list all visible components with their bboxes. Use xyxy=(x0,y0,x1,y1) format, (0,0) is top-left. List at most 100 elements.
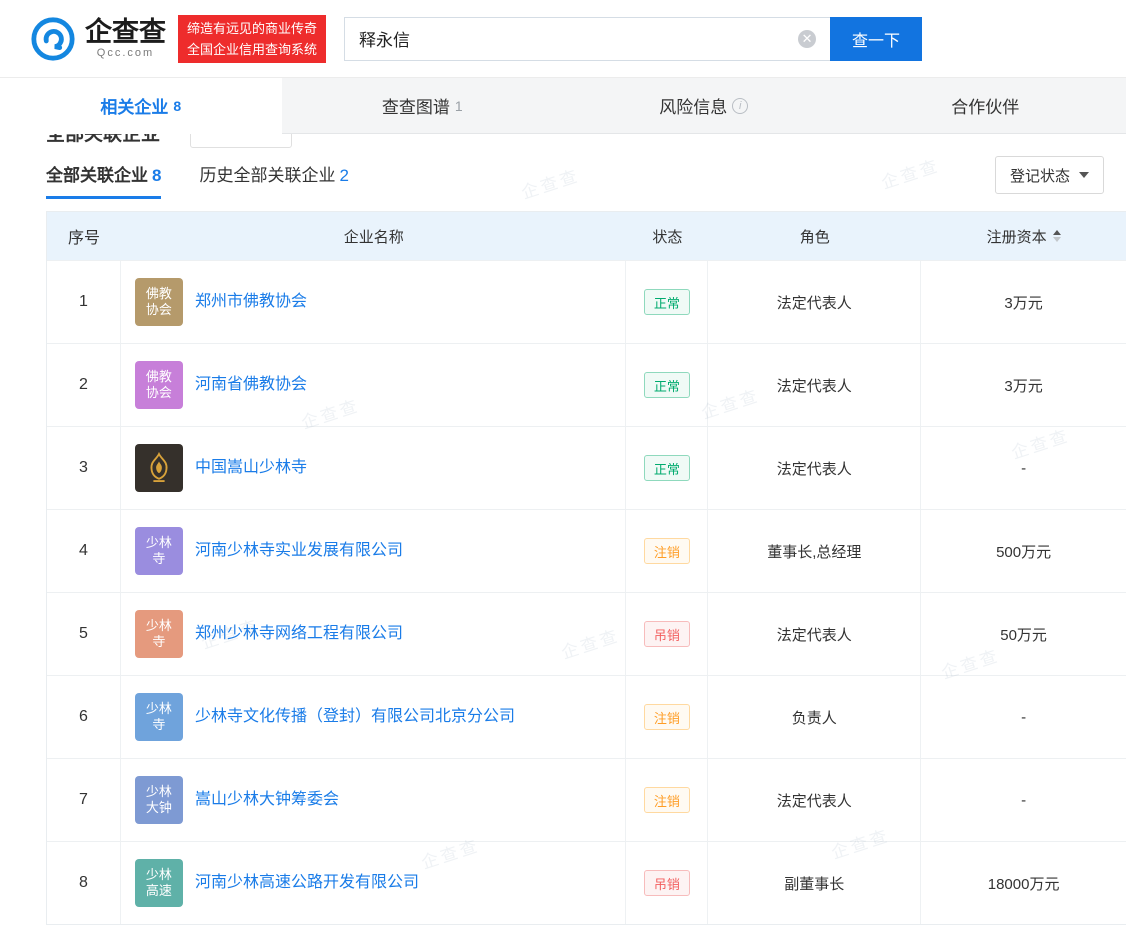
row-index: 2 xyxy=(47,344,121,426)
company-icon-text: 少林 xyxy=(145,701,172,716)
company-cell: 少林寺河南少林寺实业发展有限公司 xyxy=(121,510,627,592)
header-role: 角色 xyxy=(799,228,830,246)
info-icon: i xyxy=(732,97,749,114)
search-button[interactable]: 查一下 xyxy=(830,16,923,61)
tab-related-companies[interactable]: 相关企业 8 xyxy=(0,78,282,134)
capital-cell: 50万元 xyxy=(1000,626,1047,644)
company-icon-text: 少林 xyxy=(145,867,172,882)
row-index: 1 xyxy=(47,261,121,343)
role-cell: 负责人 xyxy=(708,676,922,758)
company-name-link[interactable]: 河南省佛教协会 xyxy=(195,374,307,396)
capital-cell: 500万元 xyxy=(996,543,1052,561)
clipped-section-title: 全部关联企业 xyxy=(46,134,161,145)
table-row: 8 少林 高速 河南少林高速公路开发有限公司 吊销 副董事长 18000万元 xyxy=(47,841,1126,924)
clear-search-icon[interactable]: ✕ xyxy=(798,29,817,48)
table-header-row: 序号 企业名称 状态 角色 注册资本 xyxy=(47,212,1126,260)
tab-label: 风险信息 xyxy=(659,98,728,117)
slogan-line-1: 缔造有远见的商业传奇 xyxy=(187,20,318,36)
company-name-link[interactable]: 少林寺文化传播（登封）有限公司北京分公司 xyxy=(195,706,515,728)
header-index: 序号 xyxy=(67,230,100,247)
row-index: 5 xyxy=(47,593,121,675)
tab-risk-info[interactable]: 风险信息 i xyxy=(563,78,845,133)
company-cell: 佛教 协会 郑州市佛教协会 xyxy=(121,261,627,343)
role-cell: 法定代表人 xyxy=(708,344,922,426)
tab-label: 合作伙伴 xyxy=(951,98,1020,117)
shaolin-temple-logo-icon xyxy=(134,444,183,492)
header-registered-capital[interactable]: 注册资本 xyxy=(921,226,1126,247)
search-input[interactable] xyxy=(344,16,831,61)
status-cell: 吊销 xyxy=(626,593,709,675)
role-cell: 法定代表人 xyxy=(708,593,922,675)
tab-partners[interactable]: 合作伙伴 xyxy=(845,78,1126,133)
table-row: 7 少林 大钟 嵩山少林大钟筹委会 注销 法定代表人 - xyxy=(47,758,1126,841)
role-cell: 法定代表人 xyxy=(708,427,922,509)
status-cell: 正常 xyxy=(626,344,709,426)
table-row: 3 中国嵩山少林寺 正常 法定代表人 - xyxy=(47,426,1126,509)
company-icon: 少林寺 xyxy=(134,610,183,658)
tab-count: 8 xyxy=(173,97,182,114)
company-icon: 少林寺 xyxy=(134,693,183,741)
company-cell: 少林寺少林寺文化传播（登封）有限公司北京分公司 xyxy=(121,676,627,758)
capital-cell: - xyxy=(1021,459,1027,477)
role-cell: 董事长,总经理 xyxy=(708,510,922,592)
table-row: 6 少林寺少林寺文化传播（登封）有限公司北京分公司 注销 负责人 - xyxy=(47,675,1126,758)
subtab-history-related[interactable]: 历史全部关联企业 2 xyxy=(199,161,348,199)
tab-graph[interactable]: 查查图谱 1 xyxy=(282,78,564,133)
company-icon-text: 佛教 xyxy=(145,286,172,301)
registration-status-filter[interactable]: 登记状态 xyxy=(994,156,1104,194)
role-cell: 副董事长 xyxy=(708,842,922,924)
status-cell: 注销 xyxy=(626,759,709,841)
sort-icon[interactable] xyxy=(1052,230,1061,242)
role-cell: 法定代表人 xyxy=(708,261,922,343)
company-name-link[interactable]: 河南少林高速公路开发有限公司 xyxy=(195,872,419,894)
status-cell: 正常 xyxy=(626,427,709,509)
logo-subtitle: Qcc.com xyxy=(96,47,155,60)
company-name-link[interactable]: 中国嵩山少林寺 xyxy=(195,457,307,479)
clipped-section-strip: 全部关联企业 xyxy=(0,134,1126,149)
status-cell: 注销 xyxy=(626,510,709,592)
company-icon-text: 少林 xyxy=(145,784,172,799)
company-name-link[interactable]: 郑州市佛教协会 xyxy=(195,291,307,313)
company-icon: 佛教 协会 xyxy=(134,278,183,326)
row-index: 7 xyxy=(47,759,121,841)
status-badge: 正常 xyxy=(643,455,690,481)
search-bar: ✕ 查一下 xyxy=(344,16,923,61)
company-icon: 少林 大钟 xyxy=(134,776,183,824)
company-icon-text: 少林 xyxy=(145,535,172,550)
tab-count: 1 xyxy=(454,97,463,114)
capital-cell: - xyxy=(1021,708,1027,726)
logo-text: 企查查 Qcc.com xyxy=(85,16,166,60)
main-tabs: 相关企业 8 查查图谱 1 风险信息 i 合作伙伴 xyxy=(0,78,1126,134)
company-icon: 佛教 协会 xyxy=(134,361,183,409)
table-body: 1 佛教 协会 郑州市佛教协会 正常 法定代表人 3万元 2 佛教 协会 河南省佛教协会 正常 法定代表… xyxy=(47,260,1126,924)
clipped-chip xyxy=(190,134,293,148)
row-index: 4 xyxy=(47,510,121,592)
subtab-label: 全部关联企业 xyxy=(46,166,148,185)
company-name-link[interactable]: 河南少林寺实业发展有限公司 xyxy=(195,540,403,562)
chevron-down-icon xyxy=(1079,172,1089,178)
company-name-link[interactable]: 嵩山少林大钟筹委会 xyxy=(195,789,339,811)
company-icon-text: 佛教 xyxy=(145,369,172,384)
status-badge: 注销 xyxy=(643,787,690,813)
company-cell: 少林 高速 河南少林高速公路开发有限公司 xyxy=(121,842,627,924)
status-badge: 吊销 xyxy=(643,621,690,647)
row-index: 8 xyxy=(47,842,121,924)
header-status: 状态 xyxy=(652,228,683,246)
capital-cell: 18000万元 xyxy=(987,875,1060,893)
capital-cell: 3万元 xyxy=(1004,294,1043,312)
status-badge: 注销 xyxy=(643,538,690,564)
qcc-logo[interactable]: 企查查 Qcc.com xyxy=(30,16,166,62)
slogan-line-2: 全国企业信用查询系统 xyxy=(187,41,318,57)
company-icon-text: 大钟 xyxy=(145,800,172,815)
filter-label: 登记状态 xyxy=(1009,167,1070,185)
slogan-badge: 缔造有远见的商业传奇 全国企业信用查询系统 xyxy=(178,14,327,63)
search-box: ✕ xyxy=(344,16,831,61)
logo-title: 企查查 xyxy=(85,16,166,47)
subtab-label: 历史全部关联企业 xyxy=(199,166,336,185)
subtab-all-related[interactable]: 全部关联企业 8 xyxy=(46,161,162,199)
subtab-row: 全部关联企业 8 历史全部关联企业 2 登记状态 xyxy=(0,149,1126,199)
company-name-link[interactable]: 郑州少林寺网络工程有限公司 xyxy=(195,623,403,645)
status-cell: 注销 xyxy=(626,676,709,758)
table-row: 4 少林寺河南少林寺实业发展有限公司 注销 董事长,总经理 500万元 xyxy=(47,509,1126,592)
table-row: 2 佛教 协会 河南省佛教协会 正常 法定代表人 3万元 xyxy=(47,343,1126,426)
